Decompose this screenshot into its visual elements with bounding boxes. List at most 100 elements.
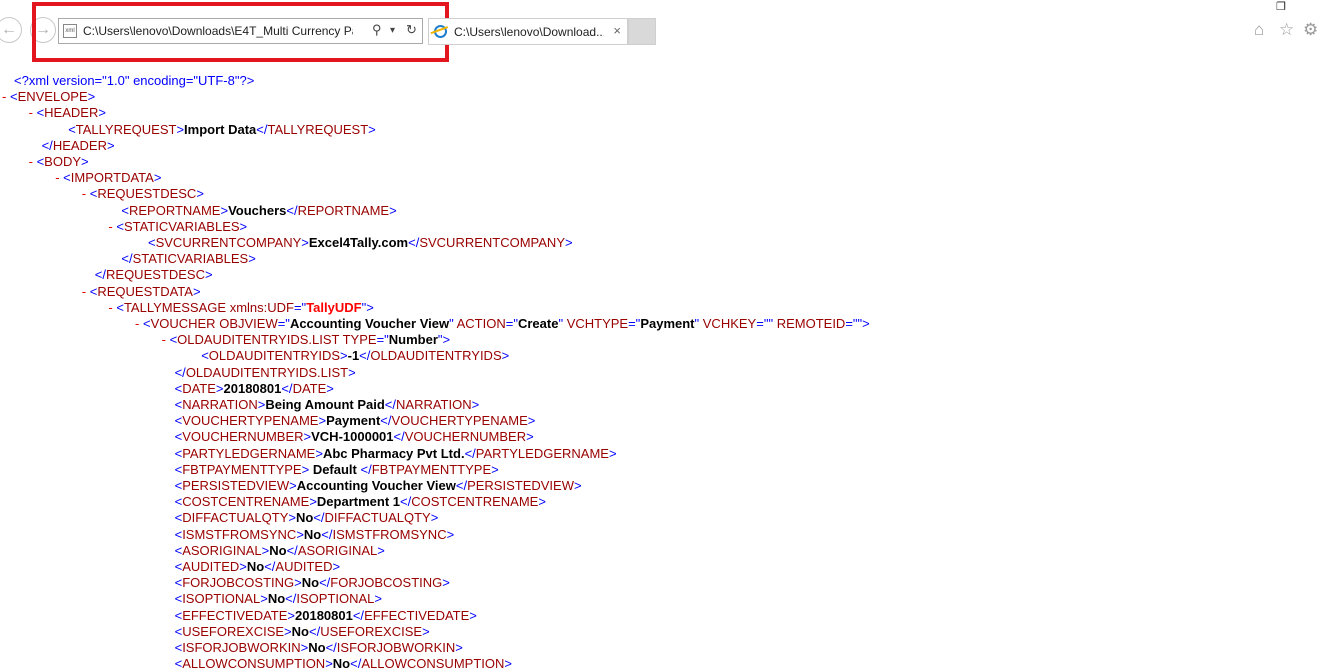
closing-tag-name: SVCURRENTCOMPANY bbox=[419, 235, 565, 250]
tag-name: FBTPAYMENTTYPE bbox=[182, 461, 302, 477]
element-text: Being Amount Paid bbox=[265, 397, 385, 412]
tag-name: HEADER bbox=[44, 105, 99, 121]
closing-tag-name: EFFECTIVEDATE bbox=[364, 607, 470, 623]
collapse-toggle[interactable]: - bbox=[108, 219, 112, 234]
collapse-toggle[interactable]: - bbox=[55, 170, 59, 185]
home-icon[interactable]: ⌂ bbox=[1254, 20, 1264, 40]
attribute-value: Create bbox=[517, 316, 559, 331]
element-text: No bbox=[267, 591, 286, 607]
xml-line: </OLDAUDITENTRYIDS.LIST> bbox=[175, 365, 356, 381]
collapse-toggle[interactable]: - bbox=[108, 300, 112, 315]
tag-bracket: > bbox=[471, 397, 480, 412]
closing-tag-name: FORJOBCOSTING bbox=[330, 575, 443, 591]
tag-bracket: > bbox=[204, 267, 213, 283]
attribute-quote: =" bbox=[845, 316, 858, 331]
tag-bracket: < bbox=[148, 235, 156, 250]
collapse-toggle[interactable]: - bbox=[29, 105, 33, 120]
element-text: Import Data bbox=[184, 121, 257, 137]
tag-bracket: > bbox=[574, 478, 582, 493]
xml-line: <ISOPTIONAL>No</ISOPTIONAL> bbox=[175, 591, 382, 607]
tag-bracket: > bbox=[192, 283, 201, 299]
tag-bracket: </ bbox=[285, 591, 297, 607]
tag-bracket: </ bbox=[319, 575, 331, 591]
tag-name: OLDAUDITENTRYIDS.LIST bbox=[177, 332, 340, 348]
tag-bracket: < bbox=[9, 89, 18, 105]
tag-name: USEFOREXCISE bbox=[182, 623, 285, 639]
new-tab-button[interactable] bbox=[628, 18, 656, 45]
closing-tag-name: HEADER bbox=[52, 137, 107, 153]
closing-tag-name: ISFORJOBWORKIN bbox=[336, 640, 456, 655]
element-text: No bbox=[291, 623, 309, 639]
tag-name: ISOPTIONAL bbox=[182, 591, 261, 607]
tag-bracket: </ bbox=[94, 267, 107, 283]
tag-name: FORJOBCOSTING bbox=[182, 575, 295, 591]
tag-bracket: > bbox=[455, 640, 463, 655]
tag-bracket: > bbox=[289, 478, 297, 493]
tag-name: REQUESTDATA bbox=[97, 283, 193, 299]
attribute-name: VCHKEY bbox=[702, 316, 757, 331]
xml-line: <TALLYREQUEST>Import Data</TALLYREQUEST> bbox=[68, 122, 376, 138]
element-text: No bbox=[308, 640, 326, 655]
tag-bracket: > bbox=[315, 445, 323, 461]
tag-bracket: </ bbox=[321, 526, 333, 542]
tag-bracket: </ bbox=[313, 510, 325, 526]
element-text: Accounting Voucher View bbox=[296, 478, 456, 493]
collapse-toggle[interactable]: - bbox=[162, 332, 166, 347]
browser-tab[interactable]: C:\Users\lenovo\Download... × bbox=[428, 18, 628, 45]
collapse-toggle[interactable]: - bbox=[29, 154, 33, 169]
tag-bracket: > bbox=[501, 348, 510, 364]
tab-title: C:\Users\lenovo\Download... bbox=[454, 25, 604, 39]
tag-bracket: > bbox=[239, 559, 247, 574]
tag-name: NARRATION bbox=[182, 397, 258, 412]
xml-line: </HEADER> bbox=[42, 138, 115, 154]
attribute-name: REMOTEID bbox=[776, 316, 846, 331]
xml-line: <REPORTNAME>Vouchers</REPORTNAME> bbox=[121, 203, 396, 219]
tag-bracket: > bbox=[296, 526, 304, 542]
tag-bracket: > bbox=[326, 380, 334, 396]
xml-line: <VOUCHERTYPENAME>Payment</VOUCHERTYPENAM… bbox=[175, 413, 536, 429]
tag-bracket: </ bbox=[455, 478, 468, 493]
element-text: Payment bbox=[326, 413, 381, 429]
back-button[interactable]: ← bbox=[0, 17, 22, 43]
closing-tag-name: ISMSTFROMSYNC bbox=[332, 526, 447, 542]
collapse-toggle[interactable]: - bbox=[2, 89, 6, 104]
tag-bracket: </ bbox=[41, 137, 53, 153]
tag-bracket: > bbox=[538, 494, 546, 510]
closing-tag-name: FBTPAYMENTTYPE bbox=[371, 461, 492, 477]
tag-name: TALLYREQUEST bbox=[75, 121, 177, 137]
attribute-name: ACTION bbox=[456, 316, 506, 331]
collapse-toggle[interactable]: - bbox=[135, 316, 139, 331]
tag-name: STATICVARIABLES bbox=[123, 218, 240, 234]
closing-tag-name: REPORTNAME bbox=[297, 202, 390, 218]
close-tab-icon[interactable]: × bbox=[613, 23, 621, 38]
attribute-value: Number bbox=[388, 332, 438, 348]
tag-bracket: </ bbox=[352, 607, 365, 623]
closing-tag-name: REQUESTDESC bbox=[106, 267, 205, 283]
collapse-toggle[interactable]: - bbox=[82, 186, 86, 201]
favorites-icon[interactable]: ☆ bbox=[1279, 20, 1294, 40]
xml-line: <PERSISTEDVIEW>Accounting Voucher View</… bbox=[175, 478, 582, 494]
tag-name: BODY bbox=[44, 154, 81, 169]
tag-bracket: </ bbox=[286, 542, 298, 558]
element-text: Abc Pharmacy Pvt Ltd. bbox=[322, 445, 465, 461]
attribute-quote: =" bbox=[628, 316, 641, 331]
tag-name: SVCURRENTCOMPANY bbox=[155, 235, 302, 250]
xml-line: <DIFFACTUALQTY>No</DIFFACTUALQTY> bbox=[175, 510, 439, 526]
tag-bracket: </ bbox=[325, 640, 337, 655]
element-text: No bbox=[301, 575, 320, 591]
tag-bracket: > bbox=[422, 623, 430, 639]
settings-icon[interactable]: ⚙ bbox=[1303, 20, 1318, 40]
restore-window-icon[interactable]: ❐ bbox=[1276, 0, 1286, 13]
browser-chrome: ← → xml C:\Users\lenovo\Downloads\E4T_Mu… bbox=[0, 0, 1325, 62]
closing-tag-name: STATICVARIABLES bbox=[132, 251, 249, 267]
closing-tag-name: ISOPTIONAL bbox=[296, 591, 375, 607]
tag-bracket: < bbox=[201, 348, 209, 364]
ie-icon bbox=[434, 25, 447, 38]
tag-name: PERSISTEDVIEW bbox=[182, 478, 290, 493]
collapse-toggle[interactable]: - bbox=[82, 284, 86, 299]
xml-declaration: <?xml version="1.0" encoding="UTF-8"?> bbox=[14, 73, 255, 88]
tag-bracket: </ bbox=[359, 348, 371, 364]
tag-bracket: > bbox=[377, 542, 385, 558]
tag-bracket: < bbox=[63, 170, 71, 186]
element-text: No bbox=[295, 510, 314, 526]
